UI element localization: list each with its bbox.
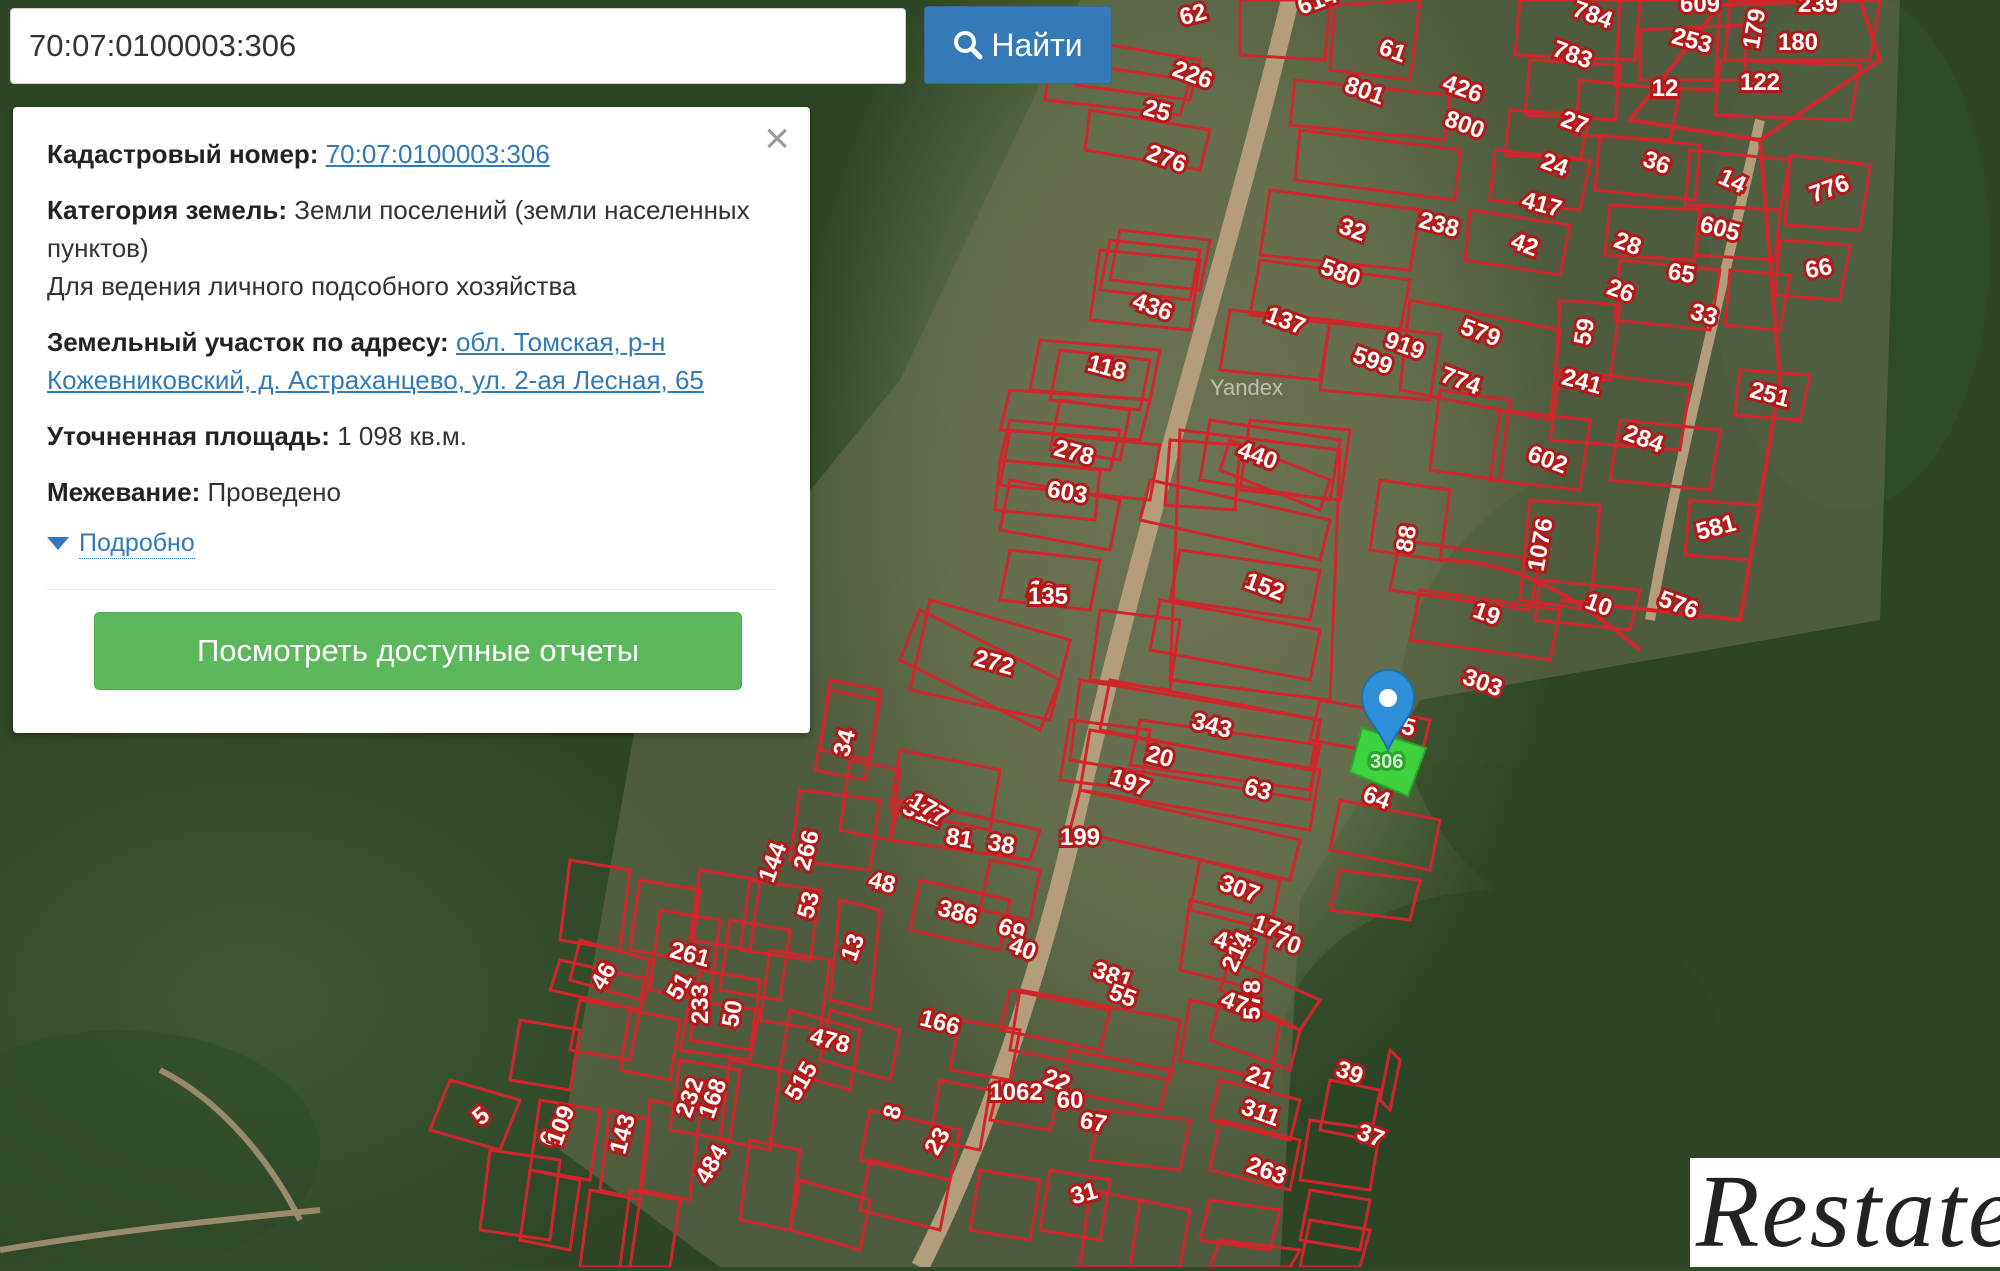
survey-label: Межевание: — [47, 477, 201, 507]
parcel-number-label: 1062 — [989, 1079, 1042, 1106]
area-label: Уточненная площадь: — [47, 421, 330, 451]
parcel-number-label: 135 — [1028, 583, 1068, 610]
parcel-number-label: 65 — [1666, 258, 1697, 289]
cadastral-number-label: Кадастровый номер: — [47, 139, 319, 169]
address-label: Земельный участок по адресу: — [47, 327, 449, 357]
parcel-number-label: 59 — [1569, 316, 1600, 347]
view-reports-button[interactable]: Посмотреть доступные отчеты — [94, 612, 742, 690]
parcel-number-label: 233 — [687, 984, 714, 1024]
parcel-number-label: 50 — [717, 998, 748, 1029]
parcel-number-label: 180 — [1778, 29, 1818, 56]
parcel-number-label: 199 — [1060, 824, 1100, 851]
parcel-number-label: 38 — [986, 829, 1017, 860]
caret-down-icon — [47, 537, 69, 550]
more-details-label: Подробно — [79, 529, 195, 559]
cadastral-search-input[interactable] — [10, 8, 906, 84]
area-value: 1 098 кв.м. — [337, 421, 467, 451]
selected-parcel-label: 306 — [1370, 751, 1403, 773]
map-provider-watermark: Yandex — [1210, 375, 1283, 400]
address-row: Земельный участок по адресу: обл. Томска… — [47, 323, 776, 399]
area-row: Уточненная площадь: 1 098 кв.м. — [47, 417, 776, 455]
search-button-label: Найти — [991, 26, 1083, 63]
restate-logo: Restate — [1690, 1154, 2000, 1269]
search-icon — [954, 31, 983, 60]
land-category-row: Категория земель: Земли поселений (земли… — [47, 191, 776, 305]
parcel-number-label: 12 — [1652, 75, 1679, 102]
close-icon[interactable]: × — [764, 117, 790, 161]
parcel-number-label: 88 — [1391, 523, 1422, 554]
survey-row: Межевание: Проведено — [47, 473, 776, 511]
parcel-number-label: 239 — [1798, 0, 1838, 18]
parcel-info-popup: × Кадастровый номер: 70:07:0100003:306 К… — [13, 107, 810, 733]
survey-value: Проведено — [207, 477, 341, 507]
divider — [47, 589, 776, 590]
restate-logo-text: Restate — [1696, 1154, 2000, 1269]
cadastral-number-link[interactable]: 70:07:0100003:306 — [326, 139, 550, 169]
parcel-number-label: 122 — [1740, 69, 1780, 96]
land-usage-value: Для ведения личного подсобного хозяйства — [47, 271, 577, 301]
search-button[interactable]: Найти — [924, 6, 1112, 84]
more-details-toggle[interactable]: Подробно — [47, 529, 776, 559]
parcel-number-label: 66 — [1803, 253, 1834, 284]
land-category-label: Категория земель: — [47, 195, 288, 225]
parcel-number-label: 60 — [1057, 1087, 1084, 1114]
parcel-number-label: 81 — [944, 823, 975, 854]
cadastral-number-row: Кадастровый номер: 70:07:0100003:306 — [47, 135, 776, 173]
parcel-number-label: 609 — [1680, 0, 1720, 18]
parcel-number-label: 67 — [1078, 1107, 1109, 1138]
parcel-number-label: 5 — [467, 1102, 495, 1131]
